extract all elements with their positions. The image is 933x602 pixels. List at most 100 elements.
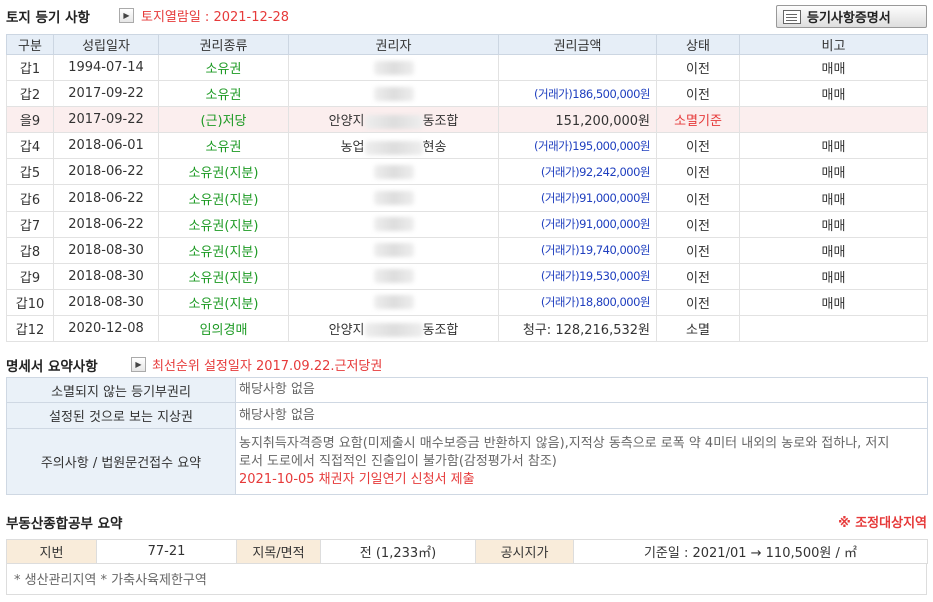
row-date: 2018-08-30	[53, 289, 159, 316]
row-date: 2018-06-01	[53, 132, 159, 160]
row-date: 2018-08-30	[53, 237, 159, 264]
statement-key: 소멸되지 않는 등기부권리	[6, 377, 236, 403]
row-note	[739, 315, 928, 343]
row-amount: (거래가)19,530,000원	[498, 263, 657, 290]
land-registry-arrow-icon[interactable]: ▶	[119, 8, 134, 23]
amount-value: 92,242,000원	[579, 164, 650, 179]
row-id: 갑4	[6, 132, 54, 160]
row-status: 이전	[656, 158, 740, 186]
table-row: 갑2 2017-09-22 소유권 (거래가)186,500,000원 이전 매매	[6, 80, 928, 108]
property-summary-title: 부동산종합공부 요약	[6, 516, 123, 532]
table-row: 갑10 2018-08-30 소유권(지분) (거래가)18,800,000원 이전 매매	[6, 289, 928, 316]
redacted-name	[373, 269, 414, 284]
row-date: 2020-12-08	[53, 315, 159, 343]
table-row: 갑6 2018-06-22 소유권(지분) (거래가)91,000,000원 이전 매매	[6, 184, 928, 212]
row-id: 갑2	[6, 80, 54, 108]
row-right-type: 소유권	[158, 132, 289, 160]
statement-value: 해당사항 없음	[235, 377, 928, 403]
statement-title: 명세서 요약사항	[6, 359, 98, 375]
amount-value: 91,000,000원	[579, 217, 650, 232]
row-right-type: 임의경매	[158, 315, 289, 343]
holder-suffix: 동조합	[422, 322, 459, 338]
row-right-type: 소유권(지분)	[158, 237, 289, 264]
zoning-notes: * 생산관리지역 * 가축사육제한구역	[6, 563, 927, 595]
row-status: 소멸	[656, 315, 740, 343]
row-status: 이전	[656, 54, 740, 82]
amount-value: 186,500,000원	[572, 86, 650, 101]
row-id: 갑9	[6, 263, 54, 290]
redacted-name	[373, 86, 414, 101]
row-note: 매매	[739, 54, 928, 82]
row-holder: 안양지 동조합	[288, 106, 499, 134]
table-row: 갑12 2020-12-08 임의경매 안양지 동조합 청구: 128,216,532원 소…	[6, 315, 928, 343]
table-row: 갑4 2018-06-01 소유권 농업 현송 (거래가)195,000,000원 이전 매매	[6, 132, 928, 160]
row-date: 1994-07-14	[53, 54, 159, 82]
row-status: 이전	[656, 211, 740, 238]
amount-prefix: (거래가)	[540, 191, 580, 206]
statement-value: 해당사항 없음	[235, 402, 928, 429]
row-note: 매매	[739, 237, 928, 264]
table-row: 을9 2017-09-22 (근)저당 안양지 동조합 151,200,000원 소멸기준	[6, 106, 928, 134]
row-note: 매매	[739, 132, 928, 160]
row-id: 갑7	[6, 211, 54, 238]
row-holder	[288, 184, 499, 212]
redacted-name	[364, 140, 423, 155]
statement-court-note: 2021-10-05 채권자 기일연기 신청서 제출	[239, 471, 475, 487]
redacted-name	[373, 60, 414, 75]
holder-prefix: 안양지	[328, 114, 365, 130]
row-id: 갑8	[6, 237, 54, 264]
row-status: 이전	[656, 289, 740, 316]
holder-prefix: 안양지	[328, 322, 365, 338]
amount-prefix: (거래가)	[534, 138, 573, 153]
row-note: 매매	[739, 184, 928, 212]
row-right-type: 소유권	[158, 54, 289, 82]
column-header: 권리금액	[498, 34, 657, 55]
row-right-type: 소유권(지분)	[158, 289, 289, 316]
row-right-type: 소유권(지분)	[158, 158, 289, 186]
row-holder	[288, 158, 499, 186]
row-note: 매매	[739, 158, 928, 186]
row-holder	[288, 237, 499, 264]
column-header: 구분	[6, 34, 54, 55]
row-status: 이전	[656, 263, 740, 290]
row-id: 을9	[6, 106, 54, 134]
row-date: 2018-06-22	[53, 211, 159, 238]
redacted-name	[373, 191, 414, 206]
column-header: 성립일자	[53, 34, 159, 55]
row-amount: (거래가)91,000,000원	[498, 211, 657, 238]
redacted-name	[364, 114, 423, 129]
table-row: 갑8 2018-08-30 소유권(지분) (거래가)19,740,000원 이전 매매	[6, 237, 928, 264]
row-holder	[288, 289, 499, 316]
statement-arrow-icon[interactable]: ▶	[131, 357, 146, 372]
registry-certificate-button[interactable]: 등기사항증명서	[776, 5, 927, 28]
land-registry-title: 토지 등기 사항	[6, 10, 90, 26]
statement-key: 주의사항 / 법원문건접수 요약	[6, 428, 236, 495]
table-row: 갑5 2018-06-22 소유권(지분) (거래가)92,242,000원 이전 매매	[6, 158, 928, 186]
statement-priority: 최선순위 설정일자 2017.09.22.근저당권	[152, 359, 383, 374]
category-value: 전 (1,233㎡)	[320, 539, 476, 564]
redacted-name	[364, 323, 423, 338]
row-id: 갑6	[6, 184, 54, 212]
statement-key: 설정된 것으로 보는 지상권	[6, 402, 236, 429]
amount-value: 91,000,000원	[579, 191, 650, 206]
row-id: 갑12	[6, 315, 54, 343]
row-amount: (거래가)91,000,000원	[498, 184, 657, 212]
property-table: 지번 77-21 지목/면적 전 (1,233㎡) 공시지가 기준일 : 202…	[6, 539, 928, 564]
registry-certificate-label: 등기사항증명서	[807, 11, 891, 26]
row-id: 갑5	[6, 158, 54, 186]
column-header: 권리자	[288, 34, 499, 55]
document-icon	[783, 9, 801, 24]
adjustment-area-badge: ※ 조정대상지역	[838, 516, 927, 531]
lot-value: 77-21	[96, 539, 237, 564]
row-date: 2018-06-22	[53, 158, 159, 186]
row-right-type: 소유권(지분)	[158, 263, 289, 290]
row-holder	[288, 54, 499, 82]
holder-suffix: 동조합	[422, 114, 459, 130]
row-amount: (거래가)186,500,000원	[498, 80, 657, 108]
redacted-name	[373, 243, 414, 258]
amount-prefix: (거래가)	[540, 243, 580, 258]
row-note: 매매	[739, 80, 928, 108]
amount-prefix: (거래가)	[540, 217, 580, 232]
category-label: 지목/면적	[236, 539, 321, 564]
row-right-type: (근)저당	[158, 106, 289, 134]
